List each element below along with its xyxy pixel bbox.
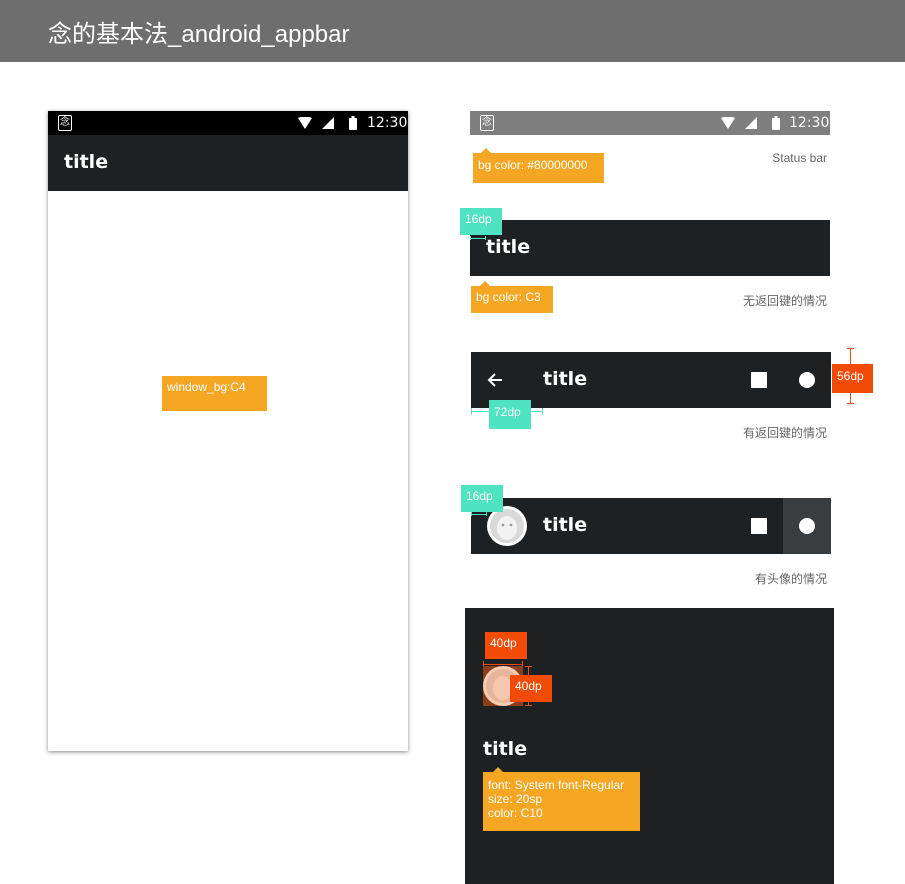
font-spec-tag: font: System font-Regular size: 20sp col… [483, 772, 640, 831]
avatar-width-tag-text: 40dp [490, 636, 517, 650]
height-tag-text: 56dp [837, 369, 864, 383]
avatar-height-tag-text: 40dp [515, 679, 542, 693]
detail-title: title [483, 738, 528, 760]
avatar-margin-tag-text: 16dp [466, 489, 493, 503]
cellular-signal-icon [745, 117, 757, 129]
battery-icon [772, 116, 780, 130]
circle-action-icon [799, 518, 815, 534]
avatar-width-tag-pointer [498, 654, 508, 659]
appbar-back-caption: 有返回键的情况 [742, 426, 827, 440]
square-action-icon[interactable] [751, 372, 767, 388]
appbar-plain-caption: 无返回键的情况 [742, 294, 827, 308]
circle-action-pressed-bg[interactable] [783, 498, 831, 554]
phone-appbar: title [48, 135, 408, 191]
circle-action-icon[interactable] [799, 372, 815, 388]
margin-16dp-indicator [470, 236, 486, 240]
cellular-signal-icon [322, 117, 334, 129]
offset-tag-text: 72dp [494, 405, 521, 419]
avatar-detail-panel: 40dp 40dp title font: System font-Regula… [465, 608, 834, 884]
app-notification-icon: 念 [480, 115, 494, 131]
status-time: 12:30 [789, 115, 830, 131]
avatar-margin-indicator [471, 512, 487, 516]
font-spec-line-color: color: C10 [488, 806, 543, 820]
wifi-icon [298, 117, 312, 129]
square-action-icon[interactable] [751, 518, 767, 534]
phone-status-bar: 念 12:30 [48, 111, 408, 135]
appbar-bg-tag-text: bg color: C3 [476, 290, 541, 304]
window-bg-tag-text: window_bg:C4 [167, 380, 246, 394]
status-bg-tag-text: bg color: #80000000 [478, 158, 588, 172]
font-spec-line-size: size: 20sp [488, 792, 543, 806]
status-bar-caption: Status bar [772, 151, 827, 165]
page-header: 念的基本法_android_appbar [0, 0, 905, 62]
window-bg-tag-pointer [173, 406, 183, 411]
height-56dp-tag: 56dp [832, 364, 873, 393]
offset-72dp-tag: 72dp [489, 400, 531, 429]
appbar-bg-tag: bg color: C3 [471, 286, 553, 313]
status-bg-tag: bg color: #80000000 [473, 153, 604, 183]
margin-tag-text: 16dp [465, 212, 492, 226]
status-time: 12:30 [367, 115, 408, 131]
appbar-title: title [543, 368, 588, 390]
spec-appbar-avatar: title [471, 498, 831, 554]
phone-mockup: 念 12:30 title window_bg:C4 [48, 111, 408, 751]
appbar-title: title [64, 151, 109, 173]
avatar-icon[interactable] [487, 506, 527, 546]
font-spec-line-font: font: System font-Regular [488, 778, 625, 792]
avatar-height-tag: 40dp [510, 675, 552, 702]
margin-tag-pointer [466, 230, 476, 235]
wifi-icon [721, 117, 735, 129]
app-notification-icon: 念 [58, 115, 72, 131]
battery-icon [349, 116, 357, 130]
appbar-avatar-caption: 有头像的情况 [754, 572, 827, 586]
appbar-title: title [486, 236, 531, 258]
page-title: 念的基本法_android_appbar [48, 21, 350, 48]
spec-status-bar: 念 12:30 [470, 111, 830, 135]
appbar-title: title [543, 514, 588, 536]
spec-appbar-plain: title [470, 220, 830, 276]
back-arrow-icon[interactable] [487, 372, 503, 388]
